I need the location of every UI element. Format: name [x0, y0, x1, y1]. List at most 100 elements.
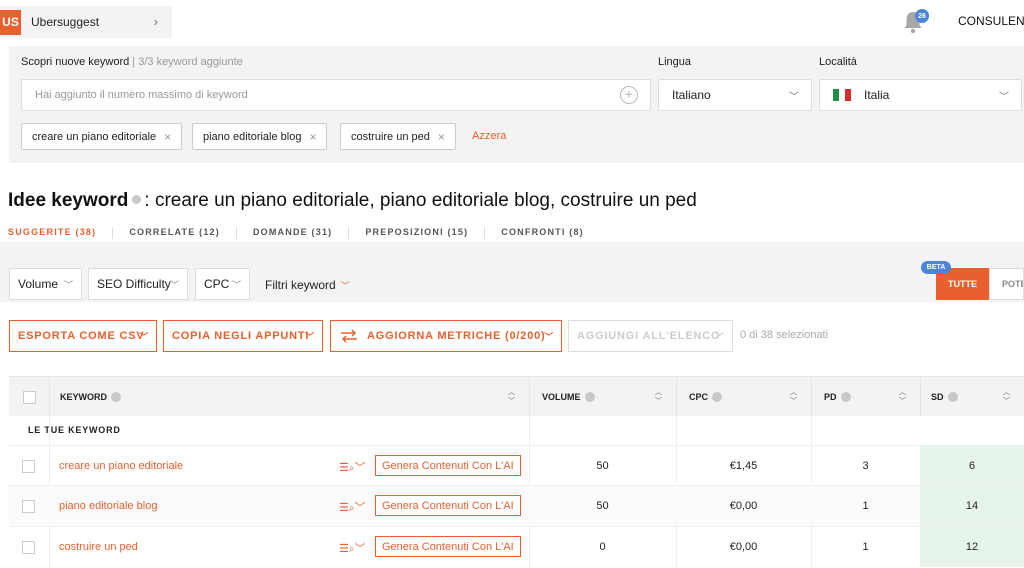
project-name: Ubersuggest — [31, 15, 100, 29]
filter-bar: Volume ﹀ SEO Difficulty ﹀ CPC ﹀ Filtri k… — [0, 242, 1024, 302]
keywords-added-count: 3/3 keyword aggiunte — [138, 56, 243, 68]
sort-icon[interactable]: ︿ ﹀ — [790, 388, 797, 406]
volume-cell: 50 — [596, 460, 609, 472]
tab-preposizioni[interactable]: PREPOSIZIONI (15) — [365, 227, 486, 239]
chevron-down-icon: ﹀ — [139, 332, 149, 342]
project-selector[interactable]: US Ubersuggest › — [0, 6, 172, 38]
keyword-input[interactable] — [22, 80, 612, 110]
sort-icon[interactable]: ︿ ﹀ — [508, 388, 515, 406]
select-all-cell — [9, 377, 49, 417]
copy-clipboard-label: COPIA NEGLI APPUNTI — [172, 330, 310, 342]
sd-cell: 12 — [920, 527, 1024, 567]
language-value: Italiano — [672, 88, 711, 102]
refresh-arrows-icon — [341, 329, 357, 343]
page-title: Idee keyword: creare un piano editoriale… — [8, 190, 697, 212]
info-icon[interactable] — [132, 195, 142, 205]
help-icon[interactable] — [947, 392, 958, 402]
chevron-down-icon: ﹀ — [544, 332, 554, 342]
volume-filter-label: Volume — [18, 277, 59, 291]
remove-chip-icon[interactable]: × — [164, 130, 171, 144]
keyword-chip-label: creare un piano editoriale — [32, 130, 157, 143]
table-row: piano editoriale blog ☰⌕﹀ Genera Contenu… — [9, 485, 1024, 526]
header-cpc[interactable]: CPC ︿ ﹀ — [676, 377, 811, 417]
volume-cell: 50 — [596, 500, 609, 512]
cpc-filter-label: CPC — [204, 277, 230, 291]
generate-content-button[interactable]: Genera Contenuti Con L'AI — [375, 455, 521, 476]
cpc-cell: €0,00 — [729, 541, 758, 553]
tab-confronti[interactable]: CONFRONTI (8) — [501, 227, 600, 239]
select-all-checkbox[interactable] — [22, 390, 36, 404]
add-to-list-button[interactable]: AGGIUNGI ALL'ELENCO ﹀ — [568, 320, 733, 352]
pote-toggle[interactable]: POTE — [989, 268, 1024, 300]
keyword-link[interactable]: piano editoriale blog — [59, 486, 157, 526]
remove-chip-icon[interactable]: × — [438, 130, 445, 144]
export-csv-button[interactable]: ESPORTA COME CSV ﹀ — [9, 320, 157, 352]
pd-cell: 1 — [862, 500, 869, 512]
chevron-down-icon: ﹀ — [715, 332, 725, 342]
seo-difficulty-filter[interactable]: SEO Difficulty ﹀ — [88, 268, 188, 300]
row-checkbox[interactable] — [22, 540, 35, 554]
location-select[interactable]: Italia ﹀ — [819, 79, 1022, 111]
keyword-filters-dropdown[interactable]: Filtri keyword ﹀ — [265, 278, 350, 292]
search-filter-icon[interactable]: ☰⌕﹀ — [339, 459, 365, 475]
volume-cell: 0 — [599, 541, 606, 553]
table-row: costruire un ped ☰⌕﹀ Genera Contenuti Co… — [9, 526, 1024, 567]
export-csv-label: ESPORTA COME CSV — [18, 330, 145, 342]
search-label: Scopri nuove keyword — [21, 56, 130, 68]
user-menu[interactable]: CONSULENZ — [958, 14, 1024, 28]
help-icon[interactable] — [111, 392, 121, 402]
header-pd[interactable]: PD ︿ ﹀ — [811, 377, 920, 417]
add-keyword-icon[interactable]: + — [620, 86, 638, 104]
tab-correlate[interactable]: CORRELATE (12) — [129, 227, 237, 239]
copy-clipboard-button[interactable]: COPIA NEGLI APPUNTI ﹀ — [163, 320, 323, 352]
keyword-link[interactable]: costruire un ped — [59, 527, 138, 567]
tab-suggerite[interactable]: SUGGERITE (38) — [8, 227, 114, 239]
location-value: Italia — [864, 88, 890, 102]
reset-link[interactable]: Azzera — [472, 130, 506, 142]
sort-icon[interactable]: ︿ ﹀ — [1003, 388, 1010, 406]
row-checkbox[interactable] — [22, 499, 35, 513]
notifications-button[interactable]: 26 — [903, 9, 929, 34]
keyword-tabs: SUGGERITE (38) CORRELATE (12) DOMANDE (3… — [8, 227, 616, 239]
sort-icon[interactable]: ︿ ﹀ — [655, 388, 662, 406]
keyword-chip-label: piano editoriale blog — [203, 130, 302, 143]
row-checkbox-cell — [22, 446, 35, 486]
generate-content-button[interactable]: Genera Contenuti Con L'AI — [375, 495, 521, 516]
keyword-chip-label: costruire un ped — [351, 130, 430, 143]
project-badge: US — [0, 9, 21, 35]
keyword-input-box: + — [21, 79, 651, 111]
volume-filter[interactable]: Volume ﹀ — [9, 268, 82, 300]
generate-content-button[interactable]: Genera Contenuti Con L'AI — [375, 536, 521, 557]
add-to-list-label: AGGIUNGI ALL'ELENCO — [577, 330, 721, 342]
search-filter-icon[interactable]: ☰⌕﹀ — [339, 499, 365, 515]
update-metrics-button[interactable]: AGGIORNA METRICHE (0/200) ﹀ — [330, 320, 562, 352]
header-volume[interactable]: VOLUME ︿ ﹀ — [529, 377, 676, 417]
keyword-link[interactable]: creare un piano editoriale — [59, 446, 183, 486]
header-keyword[interactable]: KEYWORD ︿ ﹀ — [49, 377, 529, 417]
cpc-filter[interactable]: CPC ﹀ — [195, 268, 250, 300]
header-volume-label: VOLUME — [542, 392, 581, 402]
header-keyword-label: KEYWORD — [60, 392, 107, 402]
search-filter-icon[interactable]: ☰⌕﹀ — [339, 540, 365, 556]
search-panel: Scopri nuove keyword | 3/3 keyword aggiu… — [9, 46, 1024, 163]
sort-icon[interactable]: ︿ ﹀ — [899, 388, 906, 406]
help-icon[interactable] — [584, 392, 595, 402]
row-checkbox[interactable] — [22, 459, 35, 473]
remove-chip-icon[interactable]: × — [309, 130, 316, 144]
selected-count: 0 di 38 selezionati — [740, 329, 829, 341]
row-checkbox-cell — [22, 486, 35, 526]
tab-domande[interactable]: DOMANDE (31) — [253, 227, 350, 239]
update-metrics-label: AGGIORNA METRICHE (0/200) — [367, 330, 546, 342]
help-icon[interactable] — [712, 392, 723, 402]
chevron-down-icon: ﹀ — [999, 92, 1009, 103]
chevron-down-icon: ﹀ — [340, 281, 350, 291]
language-select[interactable]: Italiano ﹀ — [658, 79, 812, 111]
help-icon[interactable] — [840, 392, 851, 402]
keyword-chip: piano editoriale blog × — [192, 123, 328, 150]
top-bar: US Ubersuggest › 26 CONSULENZ — [0, 0, 1024, 46]
pd-cell: 1 — [862, 541, 869, 553]
sd-cell: 14 — [920, 486, 1024, 526]
table-header: KEYWORD ︿ ﹀ VOLUME ︿ ﹀ CPC ︿ ﹀ PD ︿ ﹀ SD ︿ ﹀ — [9, 376, 1024, 417]
header-sd[interactable]: SD ︿ ﹀ — [920, 377, 1024, 417]
language-label: Lingua — [658, 56, 692, 68]
